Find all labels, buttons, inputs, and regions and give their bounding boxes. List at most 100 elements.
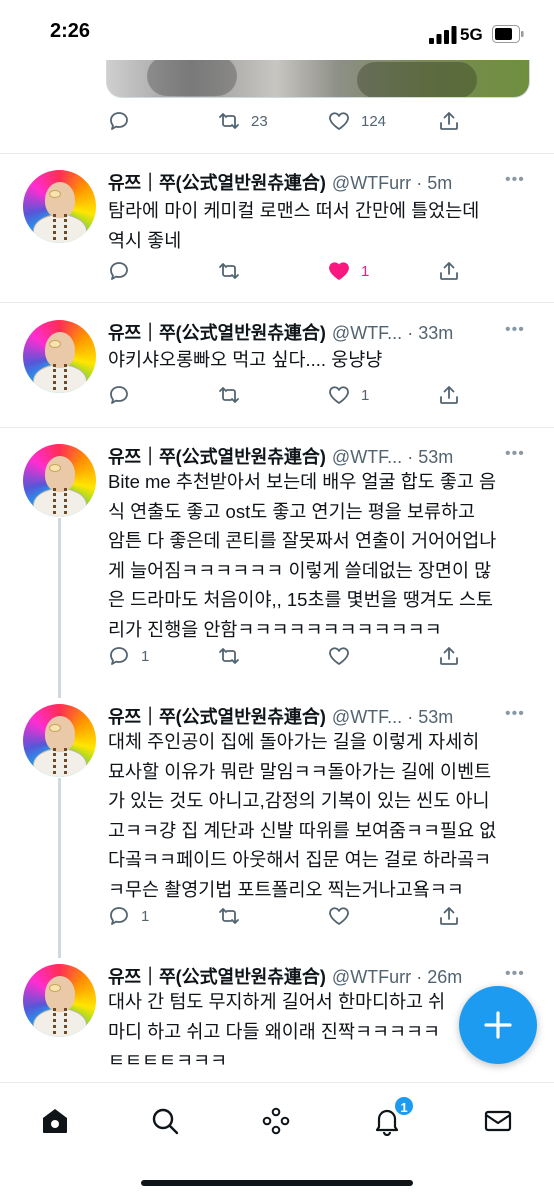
divider [0,302,554,303]
share-button[interactable] [437,259,461,283]
share-button[interactable] [437,109,461,133]
reply-count: 1 [141,907,150,925]
tweet-text: 대사 간 텀도 무지하게 길어서 한마디하고 쉬 마디 하고 쉬고 다들 왜이래… [108,991,446,1071]
heart-icon [329,112,349,130]
divider [0,153,554,154]
reply-button[interactable]: 1 [107,644,149,668]
thread-connector [58,518,61,698]
display-name: 유쯔｜쭈(公式열반원츄連合) [108,173,326,193]
spaces-icon [262,1107,290,1135]
like-button[interactable] [327,644,351,668]
compose-button[interactable] [459,986,537,1064]
signal-icon [429,26,457,44]
avatar[interactable] [23,964,96,1037]
reply-count: 1 [141,647,150,665]
search-icon [152,1108,179,1135]
retweet-button[interactable]: 23 [217,109,268,133]
tweet-header[interactable]: 유쯔｜쭈(公式열반원츄連合) @WTFurr · 26m [108,963,462,987]
display-name: 유쯔｜쭈(公式열반원츄連合) [108,447,326,467]
tweet-text: 탐라에 마이 케미컬 로맨스 떠서 간만에 틀었는데 역시 좋네 [108,200,480,251]
reply-icon [110,386,128,404]
tweet-text: 대체 주인공이 집에 돌아가는 길을 이렇게 자세히 묘사할 이유가 뭐란 말임… [108,731,497,900]
heart-filled-icon [329,262,349,280]
retweet-icon [219,387,239,403]
share-button[interactable] [437,644,461,668]
retweet-button[interactable] [217,644,241,668]
heart-icon [329,386,349,404]
share-icon [440,112,458,130]
user-handle: @WTFurr [331,173,412,193]
like-count: 124 [361,112,387,130]
tweet-time: 33m [418,323,454,343]
home-icon [43,1109,67,1133]
mail-icon [484,1110,512,1132]
heart-icon [329,647,349,665]
user-handle: @WTFurr [331,967,412,987]
reply-icon [110,262,128,280]
tweet-header[interactable]: 유쯔｜쭈(公式열반원츄連合) @WTFurr · 5m [108,169,452,193]
share-icon [440,907,458,925]
retweet-count: 23 [251,112,268,130]
more-options-button[interactable]: ••• [505,705,525,723]
like-count: 1 [361,262,370,280]
tweet-text: Bite me 추천받아서 보는데 배우 얼굴 합도 좋고 음 식 연출도 좋고… [108,471,497,640]
tweet-media-image[interactable] [106,60,530,98]
reply-icon [110,647,128,665]
battery-icon [492,25,524,43]
share-icon [440,647,458,665]
retweet-button[interactable] [217,904,241,928]
status-time: 2:26 [50,20,91,42]
retweet-icon [219,263,239,279]
user-handle: @WTF... [331,707,403,727]
retweet-icon [219,908,239,924]
tab-home[interactable] [37,1103,73,1139]
heart-icon [329,907,349,925]
reply-icon [110,907,128,925]
reply-button[interactable]: 1 [107,904,149,928]
tweet-header[interactable]: 유쯔｜쭈(公式열반원츄連合) @WTF... · 53m [108,703,453,727]
more-options-button[interactable]: ••• [505,321,525,339]
user-handle: @WTF... [331,447,403,467]
retweet-icon [219,648,239,664]
reply-icon [110,112,128,130]
display-name: 유쯔｜쭈(公式열반원츄連合) [108,323,326,343]
network-label: 5G [460,25,483,44]
like-button[interactable]: 124 [327,109,386,133]
tweet-header[interactable]: 유쯔｜쭈(公式열반원츄連合) @WTF... · 33m [108,319,453,343]
home-indicator[interactable] [141,1180,413,1186]
plus-icon [484,1011,512,1039]
avatar[interactable] [23,704,96,777]
retweet-button[interactable] [217,259,241,283]
reply-button[interactable] [107,383,131,407]
status-bar: 2:26 5G [0,0,554,60]
share-icon [440,386,458,404]
avatar[interactable] [23,170,96,243]
more-options-button[interactable]: ••• [505,445,525,463]
avatar[interactable] [23,444,96,517]
share-button[interactable] [437,904,461,928]
tweet-header[interactable]: 유쯔｜쭈(公式열반원츄連合) @WTF... · 53m [108,443,453,467]
avatar[interactable] [23,320,96,393]
more-options-button[interactable]: ••• [505,965,525,983]
thread-connector [58,778,61,958]
like-button[interactable]: 1 [327,259,369,283]
notifications-badge: 1 [393,1095,415,1117]
like-count: 1 [361,386,370,404]
retweet-button[interactable] [217,383,241,407]
share-button[interactable] [437,383,461,407]
more-options-button[interactable]: ••• [505,171,525,189]
tweet-time: 5m [427,173,453,193]
tweet-time: 26m [427,967,463,987]
tweet-text: 야키샤오롱빠오 먹고 싶다.... 웅냥냥 [108,349,383,370]
tab-spaces[interactable] [258,1103,294,1139]
like-button[interactable] [327,904,351,928]
like-button[interactable]: 1 [327,383,369,407]
retweet-icon [219,113,239,129]
tab-messages[interactable] [480,1103,516,1139]
tweet-time: 53m [418,707,454,727]
display-name: 유쯔｜쭈(公式열반원츄連合) [108,967,326,987]
divider [0,427,554,428]
reply-button[interactable] [107,259,141,283]
tab-search[interactable] [147,1103,183,1139]
reply-button[interactable] [107,109,131,133]
